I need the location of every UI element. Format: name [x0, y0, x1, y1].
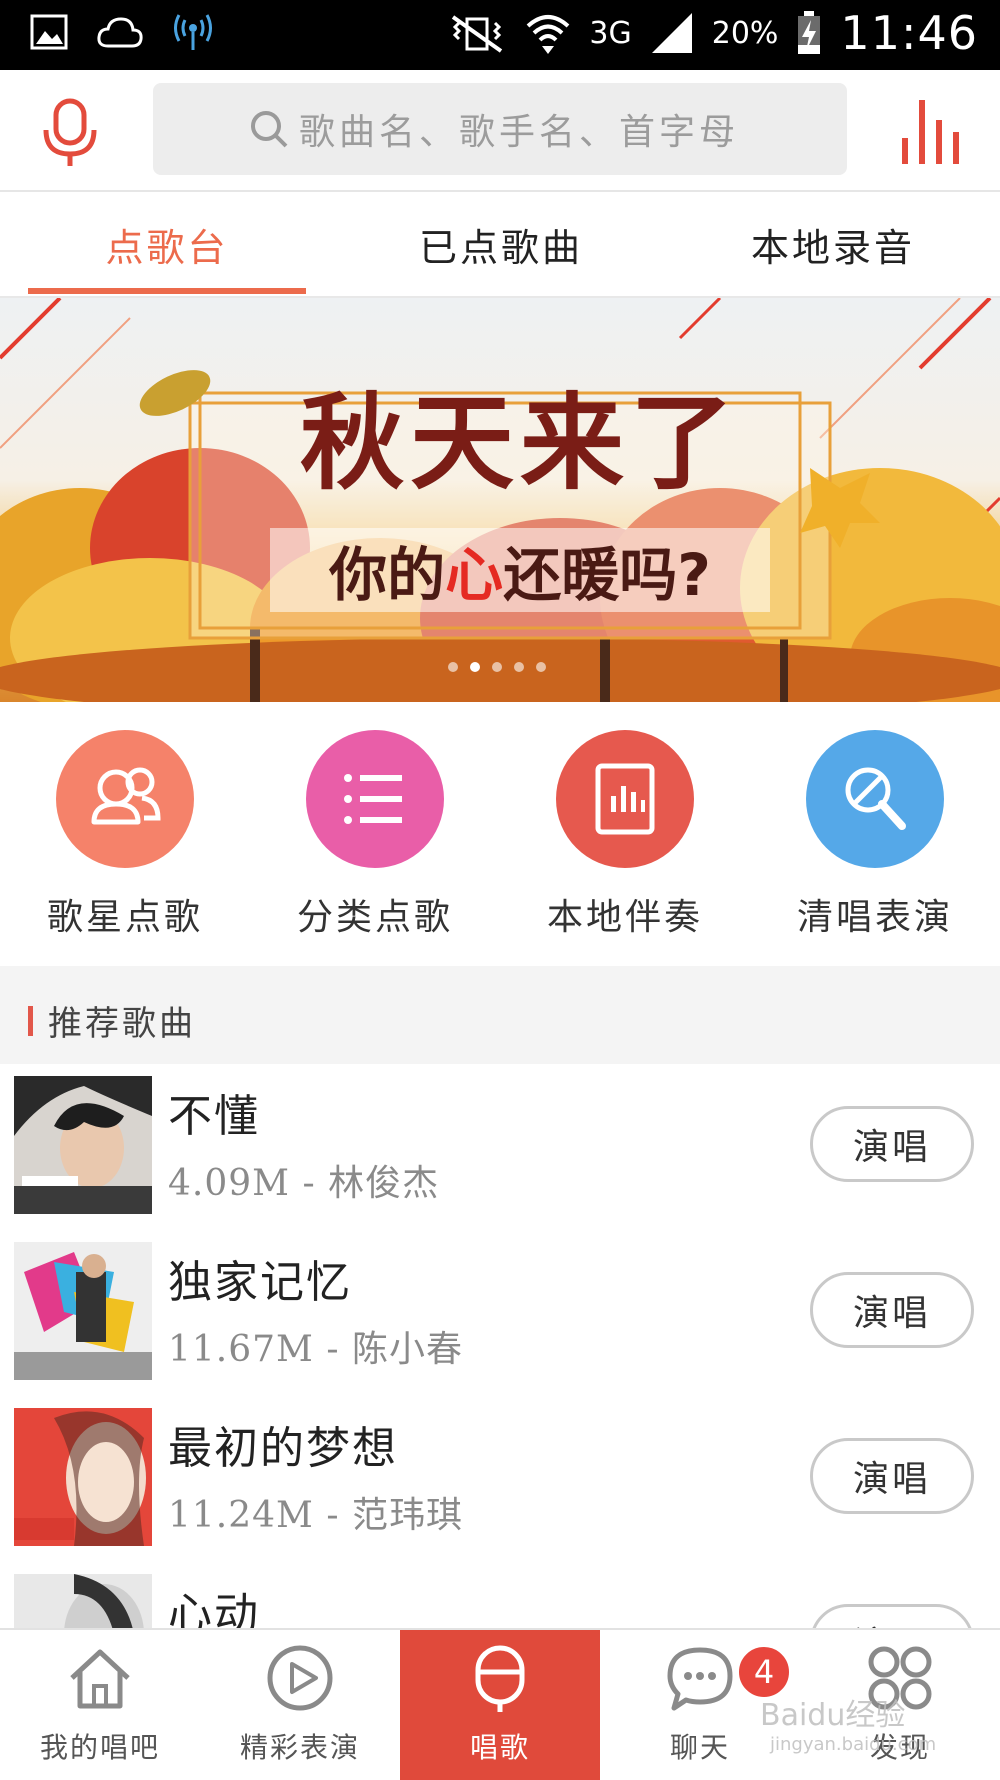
battery-percent: 20%: [711, 15, 779, 51]
song-title: 最初的梦想: [168, 1423, 398, 1474]
song-title: 独家记忆: [168, 1257, 352, 1308]
song-row[interactable]: 独家记忆 11.67M - 陈小春 演唱: [0, 1230, 1000, 1398]
quick-action-label: 分类点歌: [296, 897, 453, 938]
section-title: 推荐歌曲: [48, 1004, 196, 1044]
watermark-url: jingyan.baidu.com: [770, 1734, 937, 1755]
home-icon: [70, 1649, 130, 1709]
song-title: 不懂: [168, 1091, 260, 1142]
quick-action-a-cappella[interactable]: 清唱表演: [765, 730, 985, 940]
banner-subtitle: 你的心还暖吗?: [270, 528, 770, 612]
section-accent-bar: [28, 1006, 33, 1036]
microphone-icon: [845, 767, 906, 830]
sing-button[interactable]: 演唱: [810, 1106, 974, 1182]
tab-bar: 点歌台 已点歌曲 本地录音: [0, 192, 1000, 298]
vibrate-mute-icon: [452, 15, 503, 53]
sing-button[interactable]: 演唱: [810, 1438, 974, 1514]
quick-action-local-accompaniment[interactable]: 本地伴奏: [515, 730, 735, 940]
quick-action-singers-circle: [56, 730, 194, 868]
song-meta: 11.24M - 范玮琪: [168, 1495, 463, 1536]
quick-action-label: 清唱表演: [796, 897, 953, 938]
banner-subtitle-before: 你的: [329, 541, 446, 609]
app-header: 歌曲名、歌手名、首字母: [0, 70, 1000, 192]
quick-action-label: 本地伴奏: [546, 897, 703, 938]
promo-banner[interactable]: 秋天来了 你的心还暖吗?: [0, 298, 1000, 702]
microphone-icon: [475, 1645, 525, 1712]
page-dot[interactable]: [536, 662, 546, 672]
sing-button[interactable]: 演唱: [810, 1272, 974, 1348]
status-bar: 3G 20% 11:46: [0, 0, 1000, 70]
banner-page-indicator: [448, 662, 546, 672]
tab-ordered-songs[interactable]: 已点歌曲: [362, 192, 640, 296]
active-tab-indicator: [28, 288, 306, 294]
banner-subtitle-after: 还暖吗?: [503, 541, 711, 609]
play-icon: [267, 1645, 333, 1711]
cloud-icon: [97, 17, 143, 48]
clock: 11:46: [840, 6, 978, 60]
page-dot[interactable]: [492, 662, 502, 672]
network-type: 3G: [589, 15, 632, 51]
status-bar-system: 3G 20% 11:46: [447, 6, 978, 60]
ranking-button[interactable]: [900, 98, 962, 166]
image-notification-icon: [30, 14, 68, 50]
search-icon: [251, 111, 288, 148]
quick-action-label: 歌星点歌: [46, 897, 203, 938]
nav-sing[interactable]: 唱歌: [400, 1630, 600, 1780]
search-placeholder: 歌曲名、歌手名、首字母: [299, 112, 740, 153]
list-icon: [344, 774, 402, 824]
song-meta: 4.09M - 林俊杰: [168, 1163, 440, 1204]
tab-song-station[interactable]: 点歌台: [28, 192, 306, 296]
tab-local-recordings[interactable]: 本地录音: [694, 192, 972, 296]
watermark: Baidu经验: [760, 1698, 906, 1733]
nav-my-changba[interactable]: 我的唱吧: [0, 1630, 200, 1780]
microphone-icon: [43, 98, 97, 166]
song-meta: 11.67M - 陈小春: [168, 1329, 463, 1370]
album-cover: [14, 1408, 152, 1546]
page-dot-active[interactable]: [470, 662, 480, 672]
bar-chart-icon: [902, 100, 959, 164]
nav-performances[interactable]: 精彩表演: [200, 1630, 400, 1780]
quick-action-local-circle: [556, 730, 694, 868]
voice-search-button[interactable]: [40, 98, 100, 168]
nav-label: 唱歌: [469, 1731, 530, 1764]
quick-action-categories-circle: [306, 730, 444, 868]
signal-icon: [651, 13, 692, 53]
quick-action-a-cappella-circle: [806, 730, 944, 868]
status-bar-notifications: [30, 12, 214, 52]
battery-charging-icon: [798, 11, 821, 54]
quick-action-categories[interactable]: 分类点歌: [265, 730, 485, 940]
album-cover: [14, 1076, 152, 1214]
album-cover-art: [14, 1408, 152, 1546]
chat-icon: [667, 1647, 733, 1711]
album-cover-art: [14, 1076, 152, 1214]
quick-actions: 歌星点歌 分类点歌 本地伴奏 清唱表演: [0, 702, 1000, 964]
page-dot[interactable]: [448, 662, 458, 672]
song-row[interactable]: 不懂 4.09M - 林俊杰 演唱: [0, 1064, 1000, 1232]
nav-label: 我的唱吧: [39, 1731, 160, 1764]
banner-subtitle-highlight: 心: [445, 541, 504, 609]
album-cover-art: [14, 1242, 152, 1380]
recommended-section-header: 推荐歌曲: [0, 966, 1000, 1064]
album-cover: [14, 1242, 152, 1380]
audio-file-icon: [595, 763, 655, 835]
page-dot[interactable]: [514, 662, 524, 672]
quick-action-singers[interactable]: 歌星点歌: [15, 730, 235, 940]
song-row[interactable]: 最初的梦想 11.24M - 范玮琪 演唱: [0, 1396, 1000, 1564]
wifi-icon: [527, 15, 570, 54]
singers-icon: [91, 767, 161, 825]
banner-title: 秋天来了: [299, 381, 740, 504]
search-input[interactable]: 歌曲名、歌手名、首字母: [153, 83, 847, 175]
nav-label: 精彩表演: [239, 1731, 360, 1764]
wifi-hotspot-icon: [174, 14, 212, 50]
